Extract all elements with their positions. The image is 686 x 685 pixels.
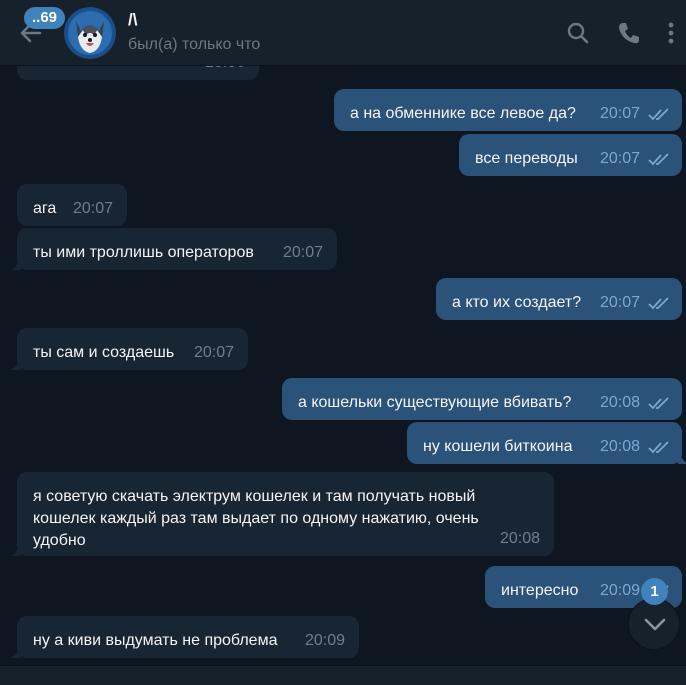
message-time: 20:07 (599, 294, 640, 311)
read-double-check-icon (648, 107, 670, 121)
bubble-tail (11, 646, 21, 658)
message-bubble[interactable]: ты сам и создаешь 20:07 (11, 328, 248, 370)
message-text: интересно (501, 582, 579, 599)
message-bubble[interactable]: а на обменнике все левое да? 20:07 (334, 89, 682, 131)
bubble-tail (678, 452, 686, 464)
bubble-tail (11, 358, 21, 370)
message-text: ну а киви выдумать не проблема (33, 632, 278, 649)
message-text: а на обменнике все левое да? (350, 105, 576, 122)
message-text: а кошельки существующие вбивать? (298, 394, 572, 411)
message-time: 20:08 (499, 530, 540, 547)
avatar[interactable] (64, 7, 116, 59)
call-button[interactable] (616, 20, 642, 46)
bubble-tail (11, 258, 21, 270)
message-text: ну кошели биткоина (423, 438, 573, 455)
message-time: 20:07 (282, 244, 323, 261)
message-time: 20:08 (599, 438, 640, 455)
read-double-check-icon (648, 440, 670, 454)
chat-title[interactable]: /\ (128, 10, 137, 30)
message-text: все переводы (475, 150, 578, 167)
bubble-tail (11, 544, 21, 556)
message-time: 20:07 (193, 344, 234, 361)
message-text: ага (33, 200, 57, 217)
message-meta: 20:07 (283, 242, 323, 264)
more-options-button[interactable] (658, 20, 684, 46)
message-list[interactable]: 20:06 а на обменнике все левое да? 20:07… (0, 0, 686, 665)
message-text: ты сам и создаешь (33, 344, 175, 361)
message-bubble[interactable]: а кто их создает? 20:07 (436, 278, 682, 320)
message-time: 20:07 (599, 150, 640, 167)
message-bubble[interactable]: я советую скачать электрум кошелек и там… (11, 472, 554, 556)
message-meta: 20:08 (500, 528, 540, 550)
message-meta: 20:07 (600, 103, 670, 125)
message-bubble[interactable]: ты ими троллишь операторов 20:07 (11, 228, 337, 270)
message-bubble[interactable]: ага 20:07 (17, 184, 127, 226)
message-meta: 20:09 (305, 630, 345, 652)
message-bubble[interactable]: все переводы 20:07 (459, 134, 682, 176)
message-meta: 20:07 (600, 148, 670, 170)
more-vertical-icon (668, 22, 674, 44)
unread-messages-badge: 1 (641, 578, 668, 605)
message-bubble[interactable]: ну а киви выдумать не проблема 20:09 (11, 616, 359, 658)
chat-status: был(а) только что (128, 36, 261, 53)
read-double-check-icon (648, 396, 670, 410)
message-time: 20:09 (599, 582, 640, 599)
message-time: 20:08 (599, 394, 640, 411)
message-meta: 20:08 (600, 392, 670, 414)
message-time: 20:07 (599, 105, 640, 122)
message-meta: 20:08 (600, 436, 670, 458)
message-text: я советую скачать электрум кошелек и там… (33, 488, 479, 549)
read-double-check-icon (648, 296, 670, 310)
message-meta: 20:07 (73, 198, 113, 220)
message-bubble[interactable]: ну кошели биткоина 20:08 (407, 422, 686, 464)
phone-icon (619, 23, 639, 44)
message-meta: 20:07 (600, 292, 670, 314)
chevron-down-icon (644, 618, 666, 631)
search-button[interactable] (565, 20, 591, 46)
search-icon (567, 22, 589, 44)
message-time: 20:09 (304, 632, 345, 649)
message-time: 20:07 (72, 200, 113, 217)
message-meta: 20:07 (194, 342, 234, 364)
message-text: ты ими троллишь операторов (33, 244, 254, 261)
scroll-to-bottom-button[interactable] (628, 598, 680, 650)
unread-count-badge: ..69 (24, 7, 66, 29)
chat-header: ..69 /\ был(а) только что (0, 0, 686, 66)
message-composer[interactable] (0, 665, 686, 685)
message-text: а кто их создает? (452, 294, 582, 311)
message-bubble[interactable]: а кошельки существующие вбивать? 20:08 (282, 378, 682, 420)
husky-avatar-icon (64, 7, 116, 59)
read-double-check-icon (648, 152, 670, 166)
